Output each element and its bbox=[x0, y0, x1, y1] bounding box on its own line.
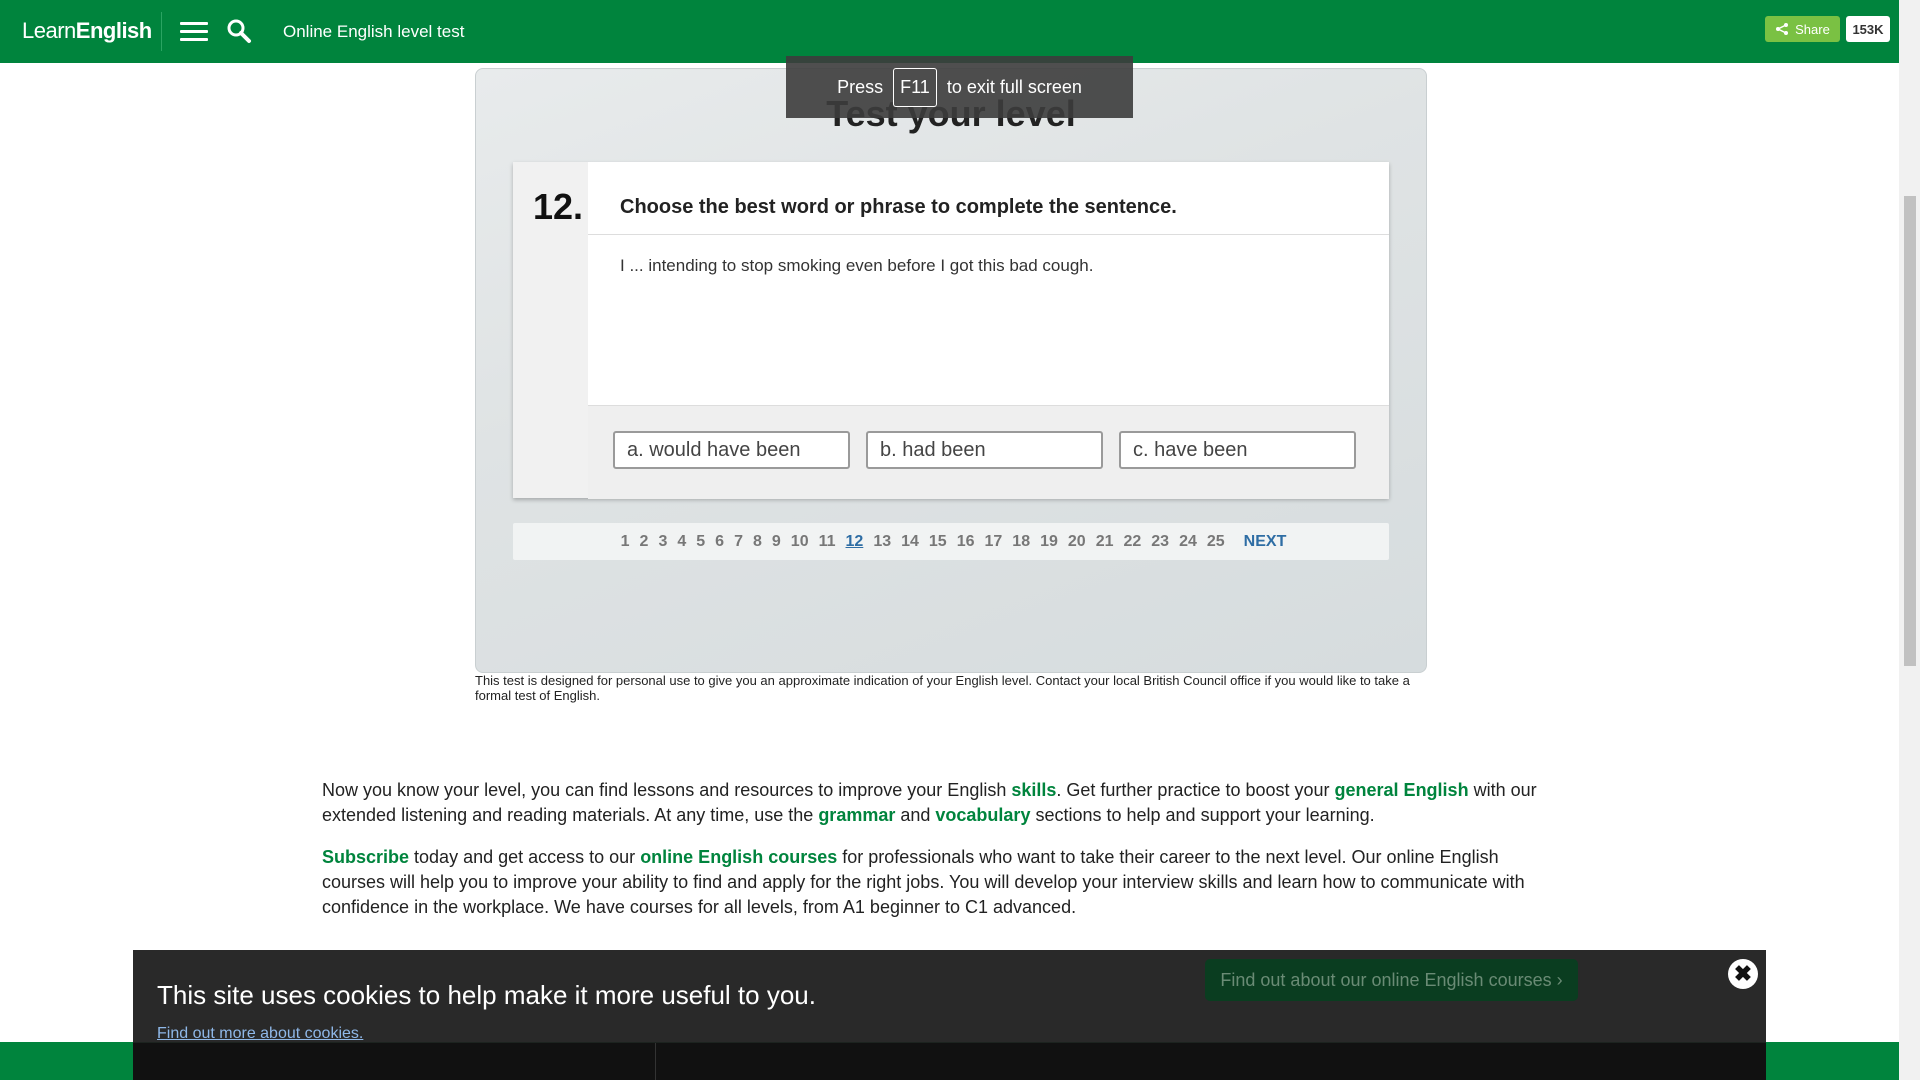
pager-page-19[interactable]: 19 bbox=[1040, 533, 1058, 550]
pager-page-11[interactable]: 11 bbox=[819, 533, 836, 550]
main-content: Now you know your level, you can find le… bbox=[322, 778, 1562, 937]
text: . Get further practice to boost your bbox=[1056, 780, 1335, 800]
skills-link[interactable]: skills bbox=[1011, 780, 1056, 800]
pager-page-15[interactable]: 15 bbox=[929, 533, 947, 550]
question-pager: 1 2 3 4 5 6 7 8 9 10 11 12 13 14 15 16 17 18 19 20 21 22 23 24 2… bbox=[513, 523, 1389, 560]
question-divider bbox=[588, 234, 1389, 235]
pager-page-5[interactable]: 5 bbox=[696, 533, 705, 550]
cookie-bottom-bar bbox=[133, 1043, 1766, 1080]
courses-cta-button[interactable]: Find out about our online English course… bbox=[1205, 959, 1578, 1001]
pager-page-2[interactable]: 2 bbox=[640, 533, 649, 550]
share-count-badge: 153K bbox=[1846, 16, 1890, 42]
fullscreen-key: F11 bbox=[893, 67, 937, 107]
pager-page-22[interactable]: 22 bbox=[1123, 533, 1141, 550]
content-paragraph-2: Subscribe today and get access to our on… bbox=[322, 845, 1562, 920]
online-courses-link[interactable]: online English courses bbox=[640, 847, 837, 867]
pager-page-20[interactable]: 20 bbox=[1068, 533, 1086, 550]
pager-page-17[interactable]: 17 bbox=[985, 533, 1003, 550]
logo-text-learn: Learn bbox=[22, 18, 76, 43]
scrollbar-thumb[interactable] bbox=[1904, 196, 1916, 666]
pager-page-21[interactable]: 21 bbox=[1096, 533, 1114, 550]
text: and bbox=[895, 805, 936, 825]
pager-page-14[interactable]: 14 bbox=[901, 533, 919, 550]
fullscreen-message: to exit full screen bbox=[946, 76, 1082, 97]
subscribe-link[interactable]: Subscribe bbox=[322, 847, 409, 867]
search-icon[interactable] bbox=[225, 17, 253, 45]
question-instruction: Choose the best word or phrase to comple… bbox=[620, 196, 1177, 218]
logo-text-english: English bbox=[75, 18, 152, 43]
pager-page-7[interactable]: 7 bbox=[734, 533, 743, 550]
question-sentence: I ... intending to stop smoking even bef… bbox=[620, 256, 1094, 275]
pager-page-18[interactable]: 18 bbox=[1012, 533, 1030, 550]
question-number-column: 12. bbox=[513, 162, 588, 498]
pager-page-1[interactable]: 1 bbox=[621, 533, 630, 550]
grammar-link[interactable]: grammar bbox=[818, 805, 895, 825]
next-button[interactable]: NEXT bbox=[1244, 533, 1287, 551]
pager-page-23[interactable]: 23 bbox=[1151, 533, 1169, 550]
general-english-link[interactable]: general English bbox=[1335, 780, 1469, 800]
question-number: 12. bbox=[533, 186, 584, 227]
pager-page-25[interactable]: 25 bbox=[1207, 533, 1225, 550]
test-card: Test your level 12. Choose the best word… bbox=[475, 68, 1427, 673]
fullscreen-press-text: Press bbox=[837, 76, 884, 97]
content-paragraph-1: Now you know your level, you can find le… bbox=[322, 778, 1562, 828]
answers-bar: a. would have been b. had been c. have b… bbox=[588, 405, 1389, 499]
pager-page-8[interactable]: 8 bbox=[753, 533, 762, 550]
text: sections to help and support your learni… bbox=[1030, 805, 1375, 825]
pager-page-9[interactable]: 9 bbox=[772, 533, 781, 550]
pager-page-12[interactable]: 12 bbox=[846, 533, 864, 550]
cookie-banner: This site uses cookies to help make it m… bbox=[133, 950, 1766, 1080]
share-icon bbox=[1776, 23, 1789, 35]
pager-page-24[interactable]: 24 bbox=[1179, 533, 1197, 550]
answer-option-c[interactable]: c. have been bbox=[1119, 431, 1356, 469]
pager-page-10[interactable]: 10 bbox=[791, 533, 809, 550]
vocabulary-link[interactable]: vocabulary bbox=[935, 805, 1030, 825]
cookie-title: This site uses cookies to help make it m… bbox=[157, 980, 816, 1010]
test-disclaimer: This test is designed for personal use t… bbox=[475, 673, 1410, 703]
page-title: Online English level test bbox=[283, 22, 465, 41]
fullscreen-notice: Press F11 to exit full screen bbox=[786, 56, 1133, 118]
share-button[interactable]: Share bbox=[1765, 16, 1840, 42]
pager-page-16[interactable]: 16 bbox=[957, 533, 975, 550]
question-box: 12. Choose the best word or phrase to co… bbox=[513, 162, 1389, 499]
cookie-bottom-divider bbox=[655, 1043, 656, 1080]
header-divider bbox=[161, 12, 162, 51]
learnenglish-logo[interactable]: LearnEnglish bbox=[22, 18, 152, 44]
answer-option-b[interactable]: b. had been bbox=[866, 431, 1103, 469]
text: today and get access to our bbox=[409, 847, 641, 867]
pager-page-4[interactable]: 4 bbox=[677, 533, 686, 550]
pager-page-6[interactable]: 6 bbox=[715, 533, 724, 550]
close-icon[interactable]: ✖ bbox=[1728, 959, 1758, 989]
share-label: Share bbox=[1795, 21, 1830, 37]
cookie-more-link[interactable]: Find out more about cookies. bbox=[157, 1025, 363, 1043]
text: Now you know your level, you can find le… bbox=[322, 780, 1012, 800]
pager-page-13[interactable]: 13 bbox=[873, 533, 891, 550]
hamburger-menu-icon[interactable] bbox=[180, 22, 208, 42]
answer-option-a[interactable]: a. would have been bbox=[613, 431, 850, 469]
pager-pages: 1 2 3 4 5 6 7 8 9 10 11 12 13 14 15 16 17 18 19 20 21 22 23 24 2… bbox=[616, 533, 1230, 551]
top-bar: LearnEnglish Online English level test S… bbox=[0, 0, 1899, 63]
pager-page-3[interactable]: 3 bbox=[658, 533, 667, 550]
